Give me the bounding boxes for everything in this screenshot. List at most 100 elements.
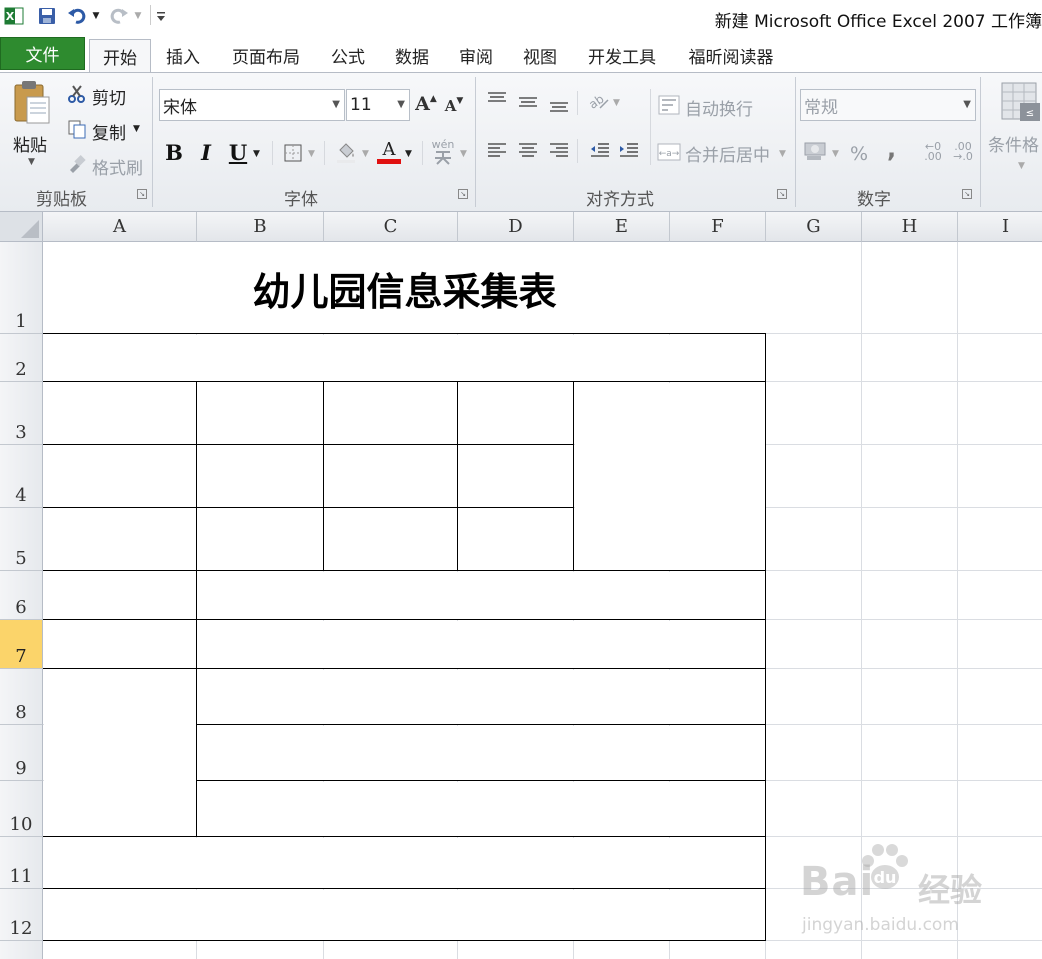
row-header-8[interactable]: 8 (0, 669, 43, 725)
border-dropdown[interactable]: ▼ (308, 149, 315, 159)
font-name-select[interactable]: 宋体 ▼ (159, 89, 345, 121)
shrink-font-icon[interactable]: A ▼ (442, 93, 466, 119)
brush-icon[interactable] (66, 153, 88, 175)
decrease-indent-icon[interactable] (588, 139, 612, 161)
merged-cell-a2-f2[interactable] (44, 335, 765, 381)
merged-cell-b7-f7[interactable] (198, 621, 765, 668)
row-header-4[interactable]: 4 (0, 445, 43, 508)
copy-button[interactable]: 复制 (92, 119, 126, 144)
tab-developer[interactable]: 开发工具 (578, 39, 666, 72)
dialog-launcher-icon[interactable]: ↘ (137, 189, 147, 199)
merge-center-button[interactable]: 合并后居中 (685, 141, 770, 166)
decrease-decimal-icon[interactable]: .00 →.0 (950, 141, 976, 163)
align-middle-icon[interactable] (515, 91, 541, 113)
paste-dropdown[interactable]: ▼ (28, 157, 35, 167)
underline-button[interactable]: U (226, 139, 250, 165)
column-header-h[interactable]: H (862, 212, 958, 242)
merge-center-dropdown[interactable]: ▼ (779, 149, 786, 159)
merged-cell-b8-f8[interactable] (198, 670, 765, 724)
row-header-2[interactable]: 2 (0, 334, 43, 382)
merged-cell-b9-f9[interactable] (198, 726, 765, 780)
font-size-select[interactable]: 11 ▼ (346, 89, 410, 121)
grow-font-icon[interactable]: A ▲ (414, 91, 438, 117)
merged-cell-b10-f10[interactable] (198, 782, 765, 836)
excel-app-icon[interactable]: X (2, 5, 26, 27)
customize-qat-icon[interactable] (154, 5, 168, 27)
phonetic-dropdown[interactable]: ▼ (460, 149, 467, 159)
column-header-e[interactable]: E (574, 212, 670, 242)
percent-button[interactable]: % (850, 143, 868, 165)
copy-icon[interactable] (66, 118, 88, 140)
merged-cell-e3-f5[interactable] (575, 383, 765, 570)
wrap-text-button[interactable]: 自动换行 (685, 95, 753, 120)
phonetic-icon[interactable]: wén (428, 137, 458, 167)
copy-dropdown[interactable]: ▼ (133, 124, 140, 134)
align-center-icon[interactable] (515, 139, 541, 161)
comma-button[interactable]: , (887, 135, 896, 163)
tab-view[interactable]: 视图 (514, 39, 566, 72)
increase-decimal-icon[interactable]: ←0.00 (920, 141, 946, 163)
redo-dropdown[interactable]: ▼ (132, 5, 144, 27)
paste-button[interactable]: 粘贴 (13, 131, 47, 156)
merged-cell-b6-f6[interactable] (198, 572, 765, 619)
row-header-12[interactable]: 12 (0, 889, 43, 941)
merged-cell-a8-a10[interactable] (44, 670, 196, 836)
tab-page-layout[interactable]: 页面布局 (222, 39, 310, 72)
undo-dropdown[interactable]: ▼ (90, 5, 102, 27)
orientation-icon[interactable]: ab (585, 89, 611, 113)
row-header-1[interactable]: 1 (0, 242, 43, 334)
increase-indent-icon[interactable] (617, 139, 641, 161)
format-painter-button[interactable]: 格式刷 (92, 154, 143, 179)
tab-foxit-reader[interactable]: 福昕阅读器 (678, 39, 784, 72)
bold-button[interactable]: B (162, 139, 186, 165)
orientation-dropdown[interactable]: ▼ (613, 98, 620, 108)
fill-color-icon[interactable] (333, 139, 359, 165)
align-right-icon[interactable] (546, 139, 572, 161)
currency-dropdown[interactable]: ▼ (832, 149, 839, 159)
tab-insert[interactable]: 插入 (157, 39, 209, 72)
conditional-format-icon[interactable]: ≤ (998, 81, 1042, 125)
align-top-icon[interactable] (484, 89, 510, 111)
column-header-a[interactable]: A (43, 212, 197, 242)
border-icon[interactable] (281, 141, 305, 165)
italic-button[interactable]: I (194, 139, 218, 165)
select-all-button[interactable] (0, 212, 43, 242)
tab-file[interactable]: 文件 (0, 37, 85, 70)
save-icon[interactable] (34, 5, 60, 27)
align-bottom-icon[interactable] (546, 93, 572, 115)
dialog-launcher-icon[interactable]: ↘ (962, 189, 972, 199)
column-header-g[interactable]: G (766, 212, 862, 242)
redo-icon[interactable] (108, 5, 130, 27)
column-header-c[interactable]: C (324, 212, 458, 242)
number-format-select[interactable]: 常规 ▼ (800, 89, 976, 121)
column-header-i[interactable]: I (958, 212, 1042, 242)
tab-review[interactable]: 审阅 (450, 39, 502, 72)
font-color-dropdown[interactable]: ▼ (405, 149, 412, 159)
row-header-3[interactable]: 3 (0, 382, 43, 445)
underline-dropdown[interactable]: ▼ (253, 149, 260, 159)
tab-home[interactable]: 开始 (89, 39, 151, 72)
row-header-7[interactable]: 7 (0, 620, 43, 669)
column-header-b[interactable]: B (197, 212, 324, 242)
fill-color-dropdown[interactable]: ▼ (362, 149, 369, 159)
paste-icon[interactable] (10, 79, 54, 127)
dialog-launcher-icon[interactable]: ↘ (777, 189, 787, 199)
scissors-icon[interactable] (66, 83, 88, 105)
conditional-format-dropdown[interactable]: ▼ (1018, 161, 1025, 171)
currency-icon[interactable] (802, 139, 830, 163)
row-header-11[interactable]: 11 (0, 837, 43, 889)
row-header-9[interactable]: 9 (0, 725, 43, 781)
merged-cell-a11-f11[interactable] (44, 838, 765, 888)
conditional-format-button[interactable]: 条件格 (988, 131, 1039, 156)
row-header-5[interactable]: 5 (0, 508, 43, 571)
font-color-icon[interactable]: A (376, 137, 402, 167)
row-header-6[interactable]: 6 (0, 571, 43, 620)
column-header-d[interactable]: D (458, 212, 574, 242)
worksheet-grid[interactable]: A B C D E F G H I 1 2 3 4 5 6 7 8 9 10 1… (0, 212, 1042, 959)
dialog-launcher-icon[interactable]: ↘ (458, 189, 468, 199)
row-header-10[interactable]: 10 (0, 781, 43, 837)
column-header-f[interactable]: F (670, 212, 766, 242)
tab-formulas[interactable]: 公式 (322, 39, 374, 72)
tab-data[interactable]: 数据 (386, 39, 438, 72)
merge-center-icon[interactable]: ←a→ (657, 141, 681, 163)
